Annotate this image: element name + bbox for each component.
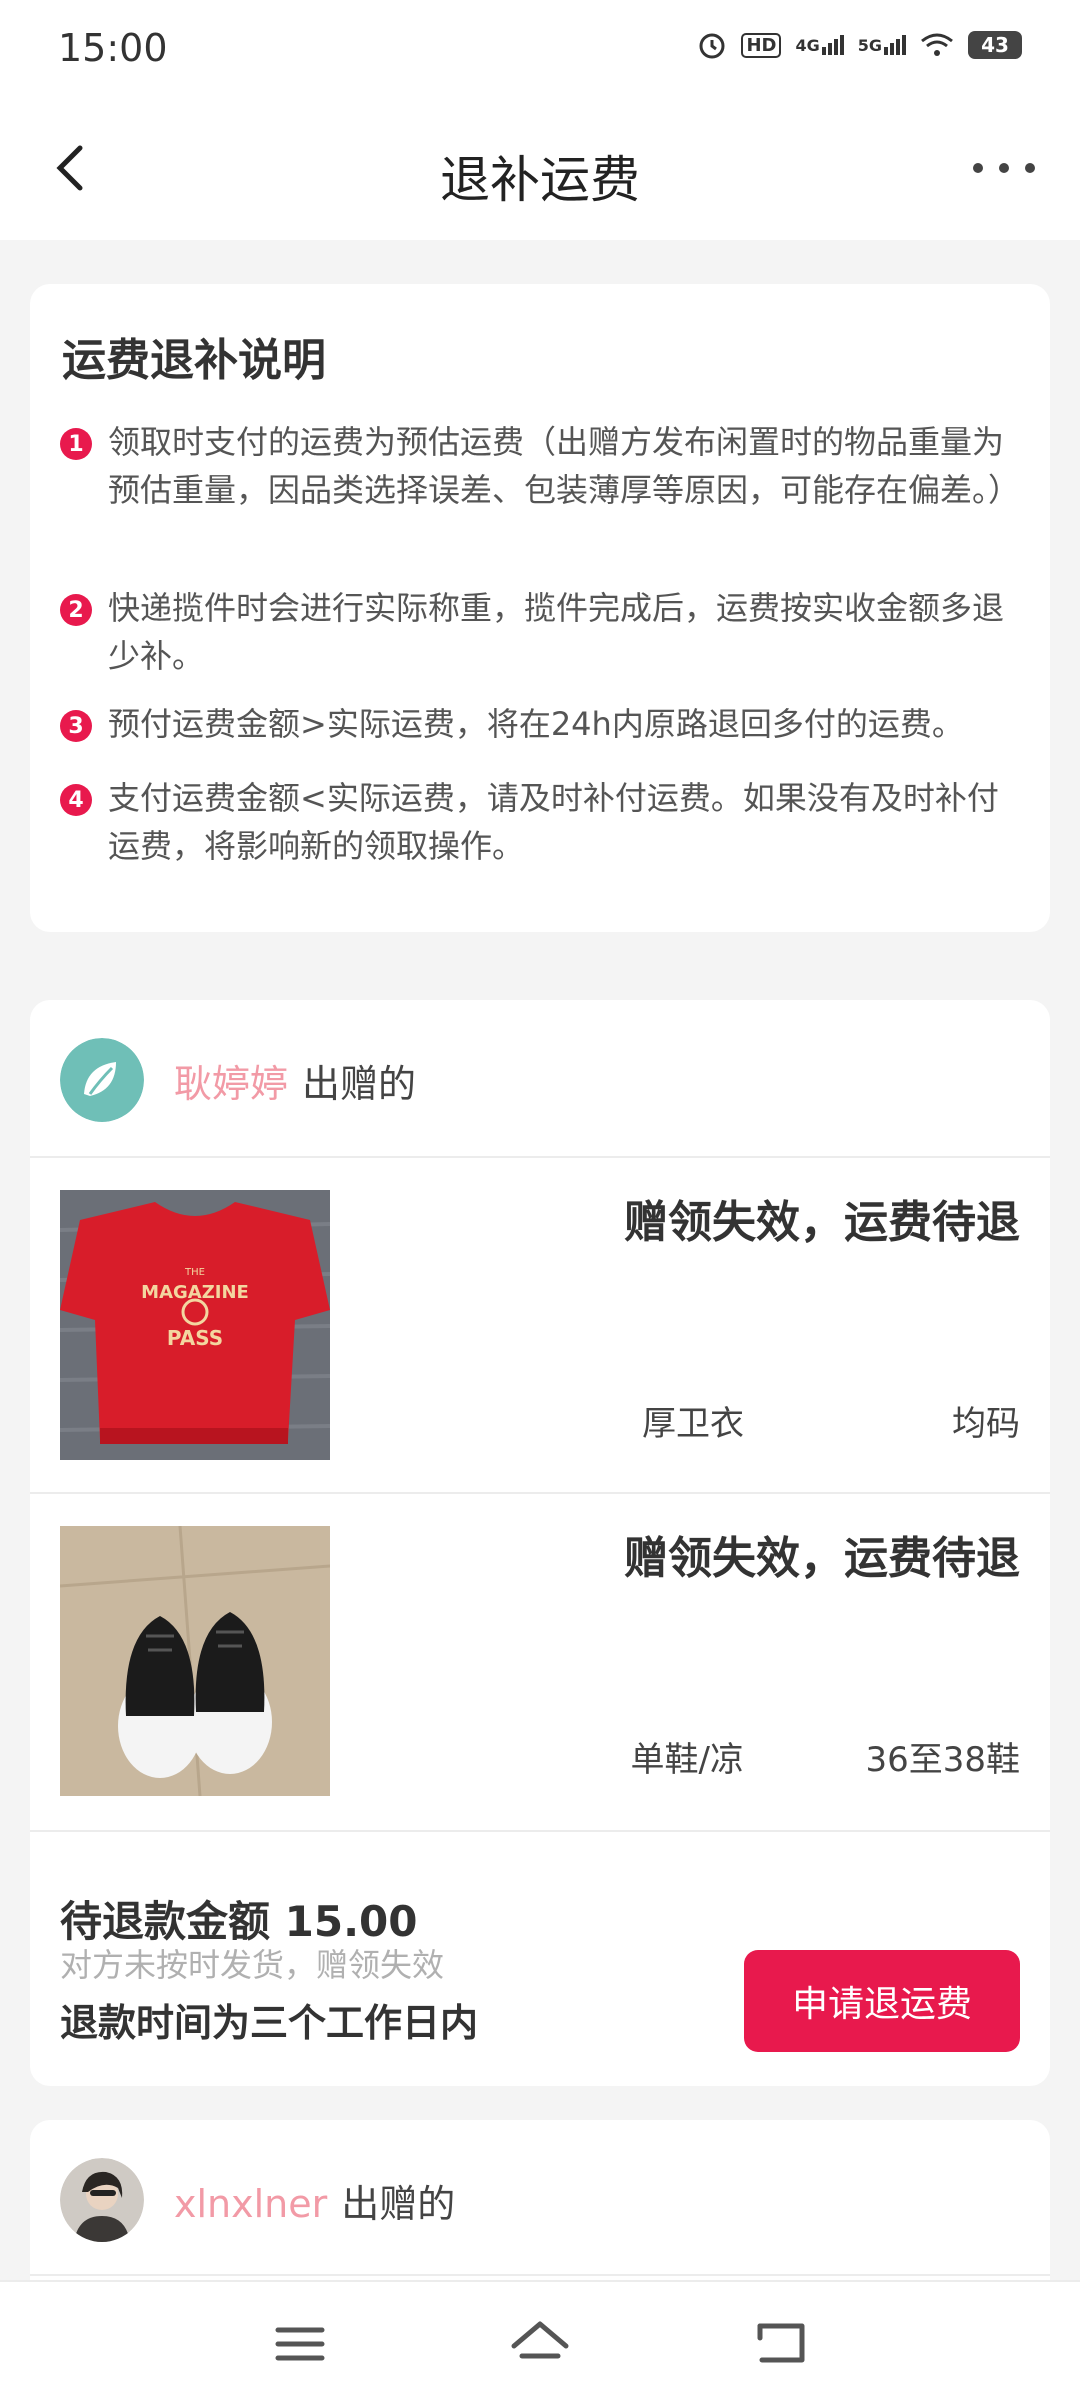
refund-reason: 对方未按时发货，赠领失效 [60,1946,445,1984]
divider [30,1830,1050,1832]
top-navbar: 退补运费 [0,96,1080,240]
notice-number-badge: 2 [60,594,92,626]
page-title: 退补运费 [440,151,640,209]
status-icons: HD 4G 5G 43 [697,30,1022,60]
notice-number-badge: 3 [60,710,92,742]
back-return-icon[interactable] [748,2312,812,2376]
refund-time: 退款时间为三个工作日内 [60,2001,479,2045]
item-category: 单鞋/凉 [630,1740,744,1780]
item-status: 赠领失效，运费待退 [624,1533,1020,1584]
notice-item: 2 快递揽件时会进行实际称重，揽件完成后，运费按实收金额多退少补。 [60,584,1020,680]
hd-icon: HD [741,32,782,58]
shipping-refund-notice-card: 运费退补说明 1 领取时支付的运费为预估运费（出赠方发布闲置时的物品重量为预估重… [30,284,1050,932]
svg-text:PASS: PASS [167,1326,223,1350]
alarm-icon [699,33,725,59]
more-dots-icon[interactable] [968,140,1040,196]
donor-row[interactable]: xlnxlner 出赠的 [60,2158,455,2242]
item-category: 厚卫衣 [642,1404,744,1444]
svg-text:THE: THE [184,1267,205,1278]
donor-name[interactable]: xlnxlner [174,2182,327,2226]
menu-icon[interactable] [268,2312,332,2376]
donor-suffix: 出赠的 [302,1061,417,1106]
donor-suffix: 出赠的 [341,2181,456,2226]
battery-indicator: 43 [968,31,1022,59]
wifi-icon [921,33,953,56]
divider [30,2274,1050,2276]
notice-item: 1 领取时支付的运费为预估运费（出赠方发布闲置时的物品重量为预估重量，因品类选择… [60,418,1020,514]
status-time: 15:00 [58,26,168,70]
donor-name[interactable]: 耿婷婷 [174,1062,288,1106]
notice-title: 运费退补说明 [62,335,326,386]
order-item[interactable]: 赠领失效，运费待退 单鞋/凉 36至38鞋 [30,1494,1050,1830]
notice-text: 快递揽件时会进行实际称重，揽件完成后，运费按实收金额多退少补。 [108,589,1005,675]
notice-text: 支付运费金额<实际运费，请及时补付运费。如果没有及时补付运费，将影响新的领取操作… [108,779,999,865]
order-card: xlnxlner 出赠的 [30,2120,1050,2280]
status-bar: 15:00 HD 4G 5G 43 [0,0,1080,96]
bottom-nav [0,2280,1080,2404]
notice-item: 3 预付运费金额>实际运费，将在24h内原路退回多付的运费。 [60,700,1020,748]
item-size: 均码 [952,1404,1020,1444]
notice-text: 预付运费金额>实际运费，将在24h内原路退回多付的运费。 [108,705,964,743]
notice-number-badge: 4 [60,784,92,816]
notice-number-badge: 1 [60,428,92,460]
order-item[interactable]: THE MAGAZINE PASS 赠领失效，运费待退 厚卫衣 均码 [30,1158,1050,1494]
5g-signal-icon: 5G [858,35,906,55]
4g-signal-icon: 4G [795,35,844,55]
avatar [60,2158,144,2242]
donor-row[interactable]: 耿婷婷 出赠的 [60,1038,416,1122]
item-size: 36至38鞋 [865,1740,1020,1780]
notice-item: 4 支付运费金额<实际运费，请及时补付运费。如果没有及时补付运费，将影响新的领取… [60,774,1020,870]
apply-refund-button[interactable]: 申请退运费 [744,1950,1020,2052]
home-icon[interactable] [508,2312,572,2376]
item-image-red-sweatshirt[interactable]: THE MAGAZINE PASS [60,1190,330,1460]
item-image-black-sneakers[interactable] [60,1526,330,1796]
avatar [60,1038,144,1122]
order-card: 耿婷婷 出赠的 THE MAGAZINE PASS 赠领失效，运费待退 厚卫衣 均… [30,1000,1050,2086]
item-status: 赠领失效，运费待退 [624,1197,1020,1248]
notice-text: 领取时支付的运费为预估运费（出赠方发布闲置时的物品重量为预估重量，因品类选择误差… [108,423,1021,509]
